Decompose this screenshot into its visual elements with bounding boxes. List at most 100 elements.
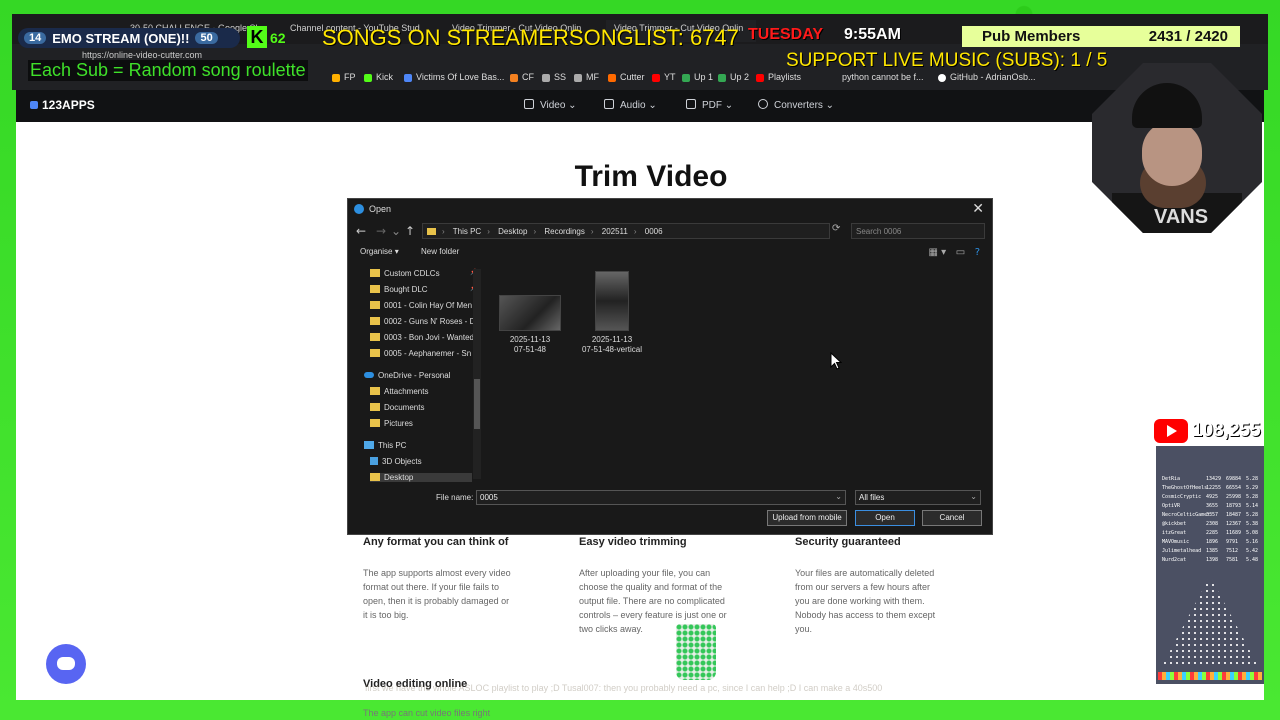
refresh-icon[interactable]: ⟳ <box>832 223 840 234</box>
bookmark[interactable]: MF <box>574 72 599 82</box>
back-arrow-icon[interactable]: ← <box>356 224 366 238</box>
nav-tree-item[interactable]: 0002 - Guns N' Roses - D <box>370 317 475 326</box>
nav-tree-label: Custom CDLCs <box>384 269 440 278</box>
bookmark-icon <box>682 73 690 82</box>
roulette-banner: Each Sub = Random song roulette <box>28 60 308 81</box>
organise-button[interactable]: Organise ▾ <box>360 247 399 256</box>
upload-from-mobile-button[interactable]: Upload from mobile <box>767 510 847 526</box>
nav-tree-label: 0003 - Bon Jovi - Wanted <box>384 333 474 342</box>
bookmark[interactable]: Cutter <box>608 72 645 82</box>
leaderboard-cell: 5.42 <box>1246 548 1259 554</box>
open-button[interactable]: Open <box>855 510 915 526</box>
nav-tree-item[interactable]: Bought DLC📌 <box>370 285 477 294</box>
view-options[interactable]: ▦ ▾ ▭ ? <box>929 247 980 258</box>
nav-tree-item[interactable]: 0005 - Aephanemer - Sn <box>370 349 472 358</box>
search-input[interactable]: Search 0006 <box>851 223 985 239</box>
kick-icon: K <box>247 26 267 48</box>
folder-icon <box>370 403 380 411</box>
nav-video[interactable]: Video ⌄ <box>524 99 577 111</box>
leaderboard-cell: 66554 <box>1226 485 1242 491</box>
file-name-input[interactable]: 0005 ⌄ <box>476 490 846 505</box>
leaderboard-cell: 18793 <box>1226 503 1242 509</box>
nav-tree-item[interactable]: 0001 - Colin Hay Of Men <box>370 301 472 310</box>
leaderboard-cell: 7512 <box>1226 548 1239 554</box>
nav-tree-label: 0005 - Aephanemer - Sn <box>384 349 472 358</box>
cloudflare-icon <box>510 73 518 82</box>
converter-icon <box>758 99 768 109</box>
leaderboard-row: NecroCelticGamer3357 18487 5.28 <box>1162 512 1260 518</box>
nav-tree-item[interactable]: 0003 - Bon Jovi - Wanted <box>370 333 474 342</box>
leaderboard-cell: 2285 <box>1206 530 1219 536</box>
help-icon[interactable]: ? <box>975 247 980 258</box>
site-logo[interactable]: 123APPS <box>30 98 95 112</box>
songlist-counter: SONGS ON STREAMERSONGLIST: 6747 <box>322 25 739 50</box>
nav-tree-item[interactable]: OneDrive - Personal <box>364 371 472 380</box>
bookmark-icon <box>718 73 726 82</box>
leaderboard-row: TheGhostOfHeels12255 66554 5.29 <box>1162 485 1260 491</box>
chevron-down-icon[interactable]: ⌄ <box>970 492 977 501</box>
forward-arrow-icon[interactable]: → <box>376 224 386 238</box>
navigation-scrollbar[interactable] <box>473 269 481 479</box>
nav-tree-label: 0001 - Colin Hay Of Men <box>384 301 473 310</box>
kick-count: 62 <box>270 30 286 46</box>
nav-audio[interactable]: Audio ⌄ <box>604 99 657 111</box>
leaderboard-row: MAVOmusic 1896 9791 5.16 <box>1162 539 1260 545</box>
counter-left: 14 <box>24 32 47 44</box>
nav-tree-item[interactable]: Attachments <box>370 387 472 396</box>
github-icon <box>938 73 946 82</box>
bookmark[interactable]: CF <box>510 72 534 82</box>
nav-tree-label: Bought DLC <box>384 285 428 294</box>
chevron-down-icon[interactable]: ⌄ <box>835 492 842 501</box>
bookmark[interactable]: Up 1 <box>682 72 713 82</box>
leaderboard-cell: OptiVR <box>1162 503 1181 509</box>
address-breadcrumb[interactable]: › This PC › Desktop › Recordings › 202511 › … <box>422 223 830 239</box>
leaderboard-cell: 5.28 <box>1246 494 1259 500</box>
leaderboard-cell: 12367 <box>1226 521 1242 527</box>
leaderboard-cell: 5.14 <box>1246 503 1259 509</box>
up-arrow-icon[interactable]: ↑ <box>405 224 415 238</box>
bookmark[interactable]: GitHub - AdrianOsb... <box>938 72 1036 82</box>
bookmark[interactable]: Playlists <box>756 72 801 82</box>
leaderboard-cell: 13429 <box>1206 476 1222 482</box>
leaderboard-panel: DetRia 13429 69884 5.28 TheGhostOfHeels12255… <box>1156 446 1264 684</box>
bookmark[interactable]: Kick <box>364 72 393 82</box>
counter-right: 50 <box>195 32 218 44</box>
chevron-down-icon[interactable]: ⌄ <box>391 224 401 238</box>
bookmark[interactable]: Victims Of Love Bas... <box>404 72 504 82</box>
file-item[interactable]: 2025-11-13 07-51-48-vertical <box>572 271 652 355</box>
leaderboard-cell: 1896 <box>1206 539 1219 545</box>
navigation-pane: Custom CDLCs📌 Bought DLC📌 0001 - Colin Hay… <box>360 263 484 485</box>
cancel-button[interactable]: Cancel <box>922 510 982 526</box>
bookmark[interactable]: YT <box>652 72 676 82</box>
file-item[interactable]: 2025-11-13 07-51-48 <box>490 295 570 355</box>
leaderboard-cell: 3655 <box>1206 503 1219 509</box>
video-thumbnail <box>499 295 561 331</box>
video-thumbnail <box>595 271 629 331</box>
nav-pdf[interactable]: PDF ⌄ <box>686 99 733 111</box>
folder-icon <box>370 387 380 395</box>
feature-title: Any format you can think of <box>363 536 509 548</box>
video-icon <box>524 99 534 109</box>
leaderboard-cell: 9791 <box>1226 539 1239 545</box>
leaderboard-cell: CosmicCryptic <box>1162 494 1202 500</box>
challenge-counter: 14 EMO STREAM (ONE)!! 50 <box>18 28 240 48</box>
nav-tree-item[interactable]: 3D Objects <box>370 457 472 466</box>
file-list: 2025-11-13 07-51-48 2025-11-13 07-51-48-… <box>486 263 986 485</box>
bookmark[interactable]: Up 2 <box>718 72 749 82</box>
pc-icon <box>364 441 374 449</box>
nav-tree-item[interactable]: This PC <box>364 441 472 450</box>
new-folder-button[interactable]: New folder <box>421 247 459 256</box>
kick-icon <box>364 73 372 82</box>
file-type-select[interactable]: All files ⌄ <box>855 490 981 505</box>
nav-converters[interactable]: Converters ⌄ <box>758 99 834 111</box>
nav-tree-item[interactable]: Documents <box>370 403 472 412</box>
nav-tree-item[interactable]: Pictures <box>370 419 472 428</box>
pub-label: Pub Members <box>982 28 1081 45</box>
bookmark[interactable]: FP <box>332 72 356 82</box>
nav-tree-item[interactable]: Desktop <box>370 473 472 482</box>
scrollbar-thumb[interactable] <box>474 379 480 429</box>
nav-tree-item[interactable]: Custom CDLCs📌 <box>370 269 477 278</box>
close-icon[interactable]: ✕ <box>972 201 984 217</box>
bookmark[interactable]: python cannot be f... <box>842 72 924 82</box>
bookmark[interactable]: SS <box>542 72 566 82</box>
